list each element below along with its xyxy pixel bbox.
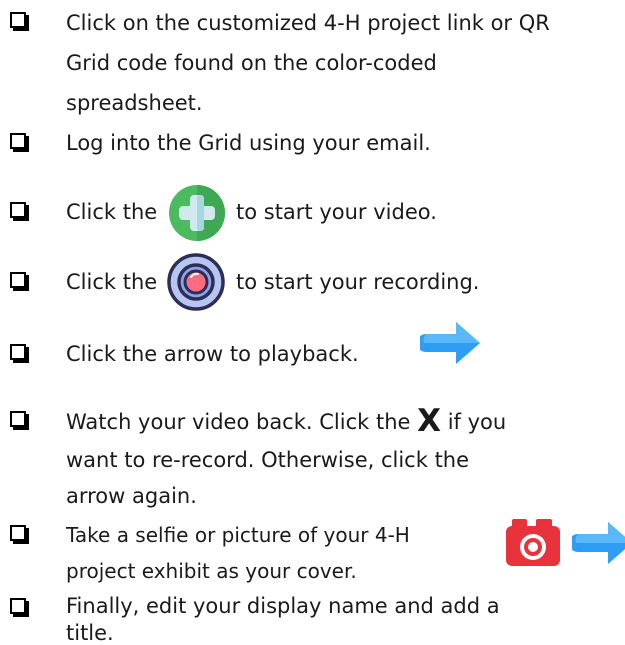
item-8-line-2: title.: [66, 621, 114, 645]
item-7-line-1: Take a selfie or picture of your 4-H: [66, 523, 410, 547]
item-1-line-1: Click on the customized 4-H project link…: [66, 11, 550, 35]
item-1-line-2: Grid code found on the color-coded: [66, 51, 437, 75]
item-2-line-1: Log into the Grid using your email.: [66, 131, 431, 155]
item-5-line-1: Click the arrow to playback.: [66, 342, 359, 366]
checkbox-item-1[interactable]: [10, 12, 26, 28]
checkbox-item-8[interactable]: [10, 598, 26, 614]
checkbox-item-7[interactable]: [10, 525, 26, 541]
item-1-line-3: spreadsheet.: [66, 91, 203, 115]
item-7-line-2: project exhibit as your cover.: [66, 559, 357, 583]
record-button-icon: [167, 253, 225, 311]
checkbox-item-2[interactable]: [10, 133, 26, 149]
arrow-right-icon: [420, 322, 480, 364]
item-3-after: to start your video.: [236, 200, 437, 224]
plus-button-icon: [169, 185, 225, 241]
item-6-line-2: want to re-record. Otherwise, click the: [66, 448, 470, 472]
item-6-after: if you: [447, 410, 507, 434]
item-6-before: Watch your video back. Click the: [66, 410, 411, 434]
checkbox-item-3[interactable]: [10, 202, 26, 218]
item-4-before: Click the: [66, 270, 158, 294]
item-3-before: Click the: [66, 200, 158, 224]
item-4-after: to start your recording.: [236, 270, 480, 294]
checkbox-item-5[interactable]: [10, 344, 26, 360]
checkbox-item-6[interactable]: [10, 411, 26, 427]
item-6-line-3: arrow again.: [66, 484, 197, 508]
checkbox-item-4[interactable]: [10, 272, 26, 288]
item-8-line-1: Finally, edit your display name and add …: [66, 594, 500, 618]
item-6-line-1: Watch your video back. Click the X if yo…: [66, 404, 506, 439]
arrow-right-icon: [572, 522, 625, 564]
x-symbol: X: [417, 403, 442, 439]
camera-icon: [506, 519, 560, 566]
